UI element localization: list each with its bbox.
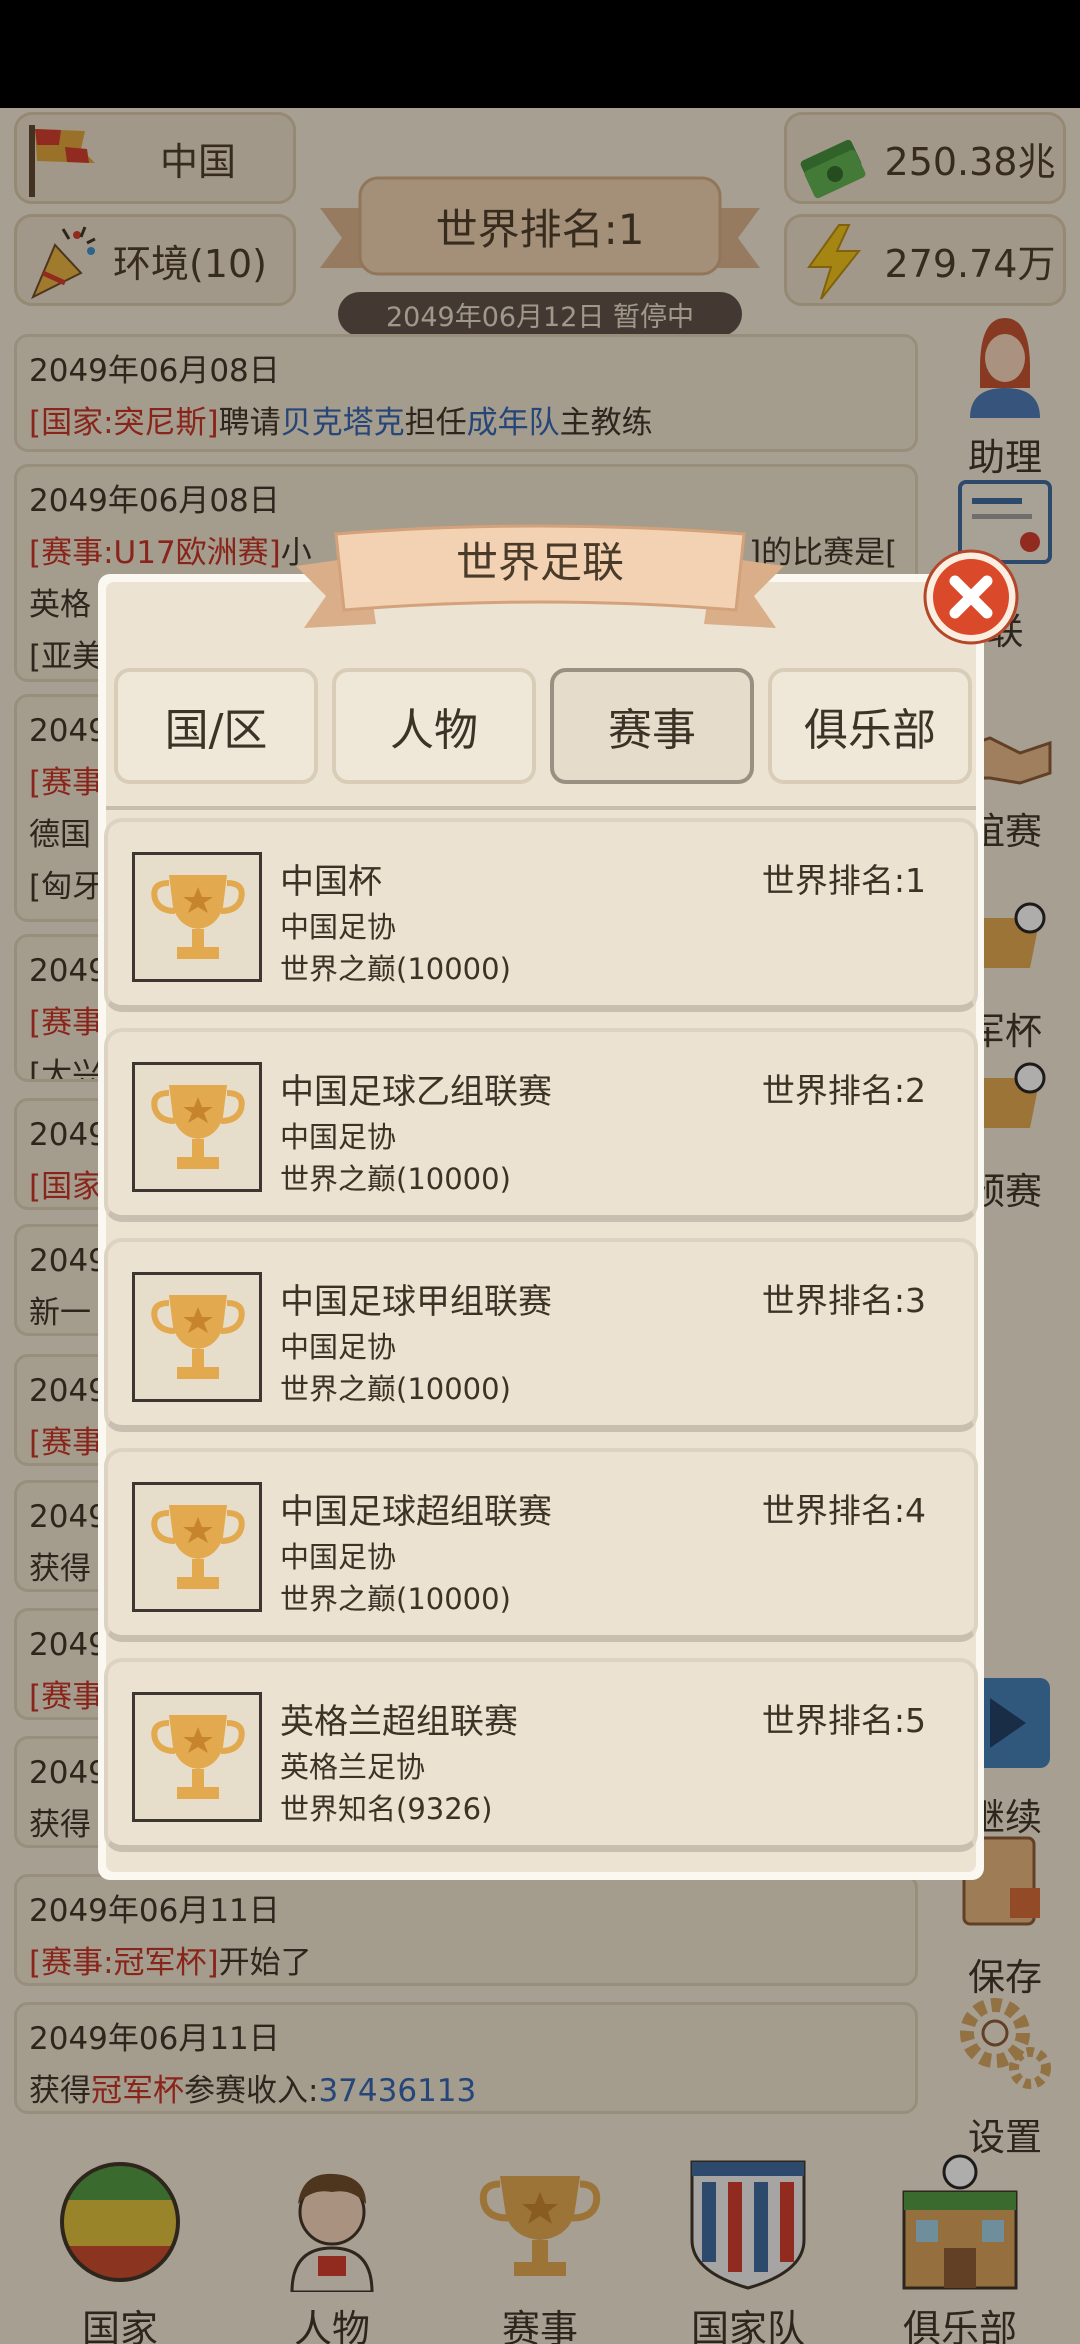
competition-trophy-frame [132,1272,262,1402]
trophy-icon [151,1085,245,1169]
competition-row[interactable]: 中国足球甲组联赛中国足协世界之巅(10000) 世界排名:3 [104,1238,978,1432]
competition-world-rank: 世界排名:4 [761,1491,926,1530]
trophy-icon [151,875,245,959]
competition-association: 中国足协 [280,910,397,944]
tab-person[interactable]: 人物 [332,668,536,784]
competition-world-rank: 世界排名:5 [761,1701,926,1740]
competition-level: 世界之巅(10000) [280,952,511,986]
competition-trophy-frame [132,1482,262,1612]
competition-world-rank: 世界排名:3 [761,1281,926,1320]
competition-level: 世界之巅(10000) [280,1372,511,1406]
competition-name: 中国足球超组联赛 [280,1492,552,1532]
trophy-icon [151,1505,245,1589]
competition-world-rank: 世界排名:2 [761,1071,926,1110]
tab-competition[interactable]: 赛事 [550,668,754,784]
competition-trophy-frame [132,1692,262,1822]
competition-name: 中国足球甲组联赛 [280,1282,552,1322]
trophy-icon [151,1295,245,1379]
competition-row[interactable]: 中国足球超组联赛中国足协世界之巅(10000) 世界排名:4 [104,1448,978,1642]
competition-association: 中国足协 [280,1540,397,1574]
tab-region[interactable]: 国/区 [114,668,318,784]
competition-name: 中国足球乙组联赛 [280,1072,552,1112]
competition-association: 英格兰足协 [280,1750,426,1784]
trophy-icon [151,1715,245,1799]
competition-row[interactable]: 中国足球乙组联赛中国足协世界之巅(10000) 世界排名:2 [104,1028,978,1222]
competition-row[interactable]: 中国杯中国足协世界之巅(10000) 世界排名:1 [104,818,978,1012]
competition-list[interactable]: 中国杯 中国足协 世界之巅(10000) 世界排名:1 中国足球乙组联赛 中国足协 世界之巅… [100,816,982,1862]
competition-world-rank: 世界排名:1 [761,861,926,900]
competition-name: 中国杯 [280,862,382,902]
tab-divider [106,806,976,810]
competition-trophy-frame [132,1062,262,1192]
competition-level: 世界之巅(10000) [280,1162,511,1196]
close-button[interactable] [922,548,1020,646]
competition-association: 中国足协 [280,1120,397,1154]
tab-club[interactable]: 俱乐部 [768,668,972,784]
competition-trophy-frame [132,852,262,982]
competition-level: 世界之巅(10000) [280,1582,511,1616]
competition-name: 英格兰超组联赛 [280,1702,518,1742]
modal-title: 世界足联 [455,538,624,587]
competition-level: 世界知名(9326) [280,1792,493,1826]
competition-association: 中国足协 [280,1330,397,1364]
competition-row[interactable]: 英格兰超组联赛英格兰足协世界知名(9326) 世界排名:5 [104,1658,978,1852]
